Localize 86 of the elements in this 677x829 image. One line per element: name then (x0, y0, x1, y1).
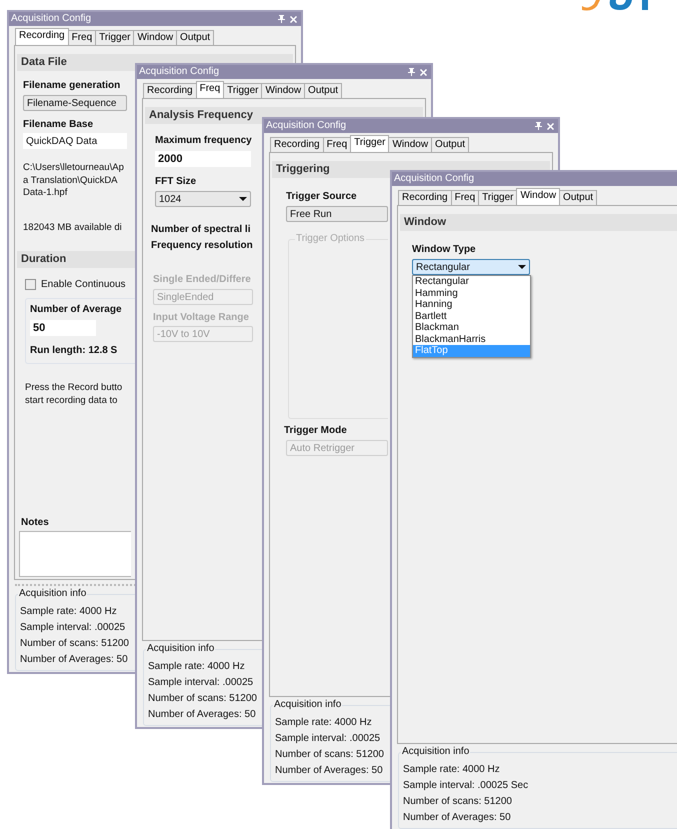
input-field[interactable]: 50 (30, 320, 96, 336)
dropdown-option[interactable]: Blackman (413, 322, 530, 334)
info-line: Number of Averages: 50 (20, 653, 128, 667)
caret-icon (239, 197, 247, 201)
close-icon[interactable] (420, 68, 427, 76)
tab[interactable]: Recording (398, 190, 452, 205)
group-title: Acquisition info (401, 746, 470, 758)
field-label: FFT Size (155, 175, 196, 188)
info-line: Number of scans: 51200 (20, 637, 129, 651)
notes-field[interactable] (19, 531, 131, 577)
dropdown-option[interactable]: Hamming (413, 288, 530, 299)
field-label: Trigger Source (286, 190, 357, 203)
info-line: Sample rate: 4000 Hz (403, 763, 500, 777)
info-text: C:\Users\lletourneau\Ap (23, 162, 124, 174)
info-text: Press the Record butto (25, 382, 122, 394)
field-label: Filename Base (23, 118, 94, 131)
window-title: Acquisition Config (11, 12, 92, 26)
info-line: Sample interval: .00025 (148, 676, 254, 690)
tab[interactable]: Window (388, 137, 432, 152)
field-label: Input Voltage Range (153, 311, 249, 324)
group-title: Acquisition info (146, 643, 216, 655)
info-line: Number of scans: 51200 (275, 748, 384, 762)
info-line: Number of Averages: 50 (275, 764, 383, 778)
pin-icon[interactable] (535, 122, 542, 130)
field-label: Number of Average (30, 303, 122, 316)
field-label: Single Ended/Differe (153, 273, 251, 286)
field-label: Window Type (412, 243, 476, 256)
close-icon[interactable] (290, 16, 297, 22)
tab[interactable]: Output (431, 137, 470, 152)
checkbox-label: Enable Continuous (41, 278, 126, 292)
field-label: Filename generation (23, 79, 120, 92)
field-label: Trigger Mode (284, 424, 347, 437)
info-line: Sample rate: 4000 Hz (20, 605, 117, 619)
input-field[interactable]: QuickDAQ Data (23, 133, 127, 149)
info-text: start recording data to (25, 394, 118, 407)
field-label: Frequency resolution (151, 239, 253, 252)
info-text: Data-1.hpf (23, 187, 68, 200)
field-label: Notes (21, 516, 50, 529)
tab[interactable]: Output (559, 190, 598, 205)
field-label: Maximum frequency (155, 134, 252, 147)
group-title: Trigger Options (295, 233, 366, 245)
field-label: Number of spectral li (151, 223, 250, 236)
checkbox[interactable] (25, 279, 36, 290)
group-title: Acquisition info (18, 588, 88, 600)
close-icon[interactable] (547, 122, 554, 130)
caret-icon (518, 265, 526, 269)
dropdown[interactable]: 1024 (155, 191, 251, 207)
tab[interactable]: Freq (196, 81, 224, 98)
info-line: Number of Averages: 50 (403, 811, 511, 825)
tab[interactable]: Freq (450, 190, 480, 205)
info-line: Number of Averages: 50 (148, 708, 256, 722)
tab[interactable]: Trigger (223, 83, 262, 98)
info-line: Sample rate: 4000 Hz (148, 660, 245, 674)
tab[interactable]: Output (176, 30, 214, 45)
tab[interactable]: Output (304, 83, 342, 98)
pin-icon[interactable] (278, 15, 285, 23)
field-label: Run length: 12.8 S (30, 344, 118, 357)
dropdown-option[interactable]: Rectangular (413, 276, 530, 288)
tab[interactable]: Trigger (478, 190, 518, 205)
info-text: 182043 MB available di (23, 222, 122, 234)
info-line: Sample interval: .00025 (20, 621, 126, 635)
tab[interactable]: Recording (143, 83, 197, 98)
input-field[interactable]: 2000 (155, 151, 251, 167)
info-line: Number of scans: 51200 (403, 795, 512, 809)
tab[interactable]: Window (516, 188, 560, 205)
tab[interactable]: Recording (15, 28, 69, 45)
info-line: Sample interval: .00025 Sec (403, 779, 528, 793)
dropdown-option[interactable]: BlackmanHarris (413, 334, 530, 345)
dropdown-option[interactable]: Hanning (413, 299, 530, 310)
pin-icon[interactable] (408, 68, 415, 76)
tab[interactable]: Recording (270, 137, 324, 152)
info-line: Number of scans: 51200 (148, 692, 257, 706)
info-line: Sample rate: 4000 Hz (275, 716, 372, 730)
tab[interactable]: Window (133, 30, 178, 45)
dropdown-option[interactable]: Bartlett (413, 310, 530, 322)
dropdown[interactable]: Rectangular (412, 259, 530, 275)
dropdown[interactable]: Filename-Sequence (23, 95, 127, 111)
tab[interactable]: Trigger (95, 30, 134, 45)
tab[interactable]: Window (261, 83, 306, 98)
info-text: a Translation\QuickDA (23, 174, 118, 187)
dropdown[interactable]: Free Run (286, 206, 388, 222)
section-header: Window (400, 214, 677, 231)
tab[interactable]: Freq (322, 137, 352, 152)
info-line: Sample interval: .00025 (275, 732, 380, 746)
tab[interactable]: Trigger (350, 135, 390, 152)
group-title: Acquisition info (273, 699, 342, 711)
